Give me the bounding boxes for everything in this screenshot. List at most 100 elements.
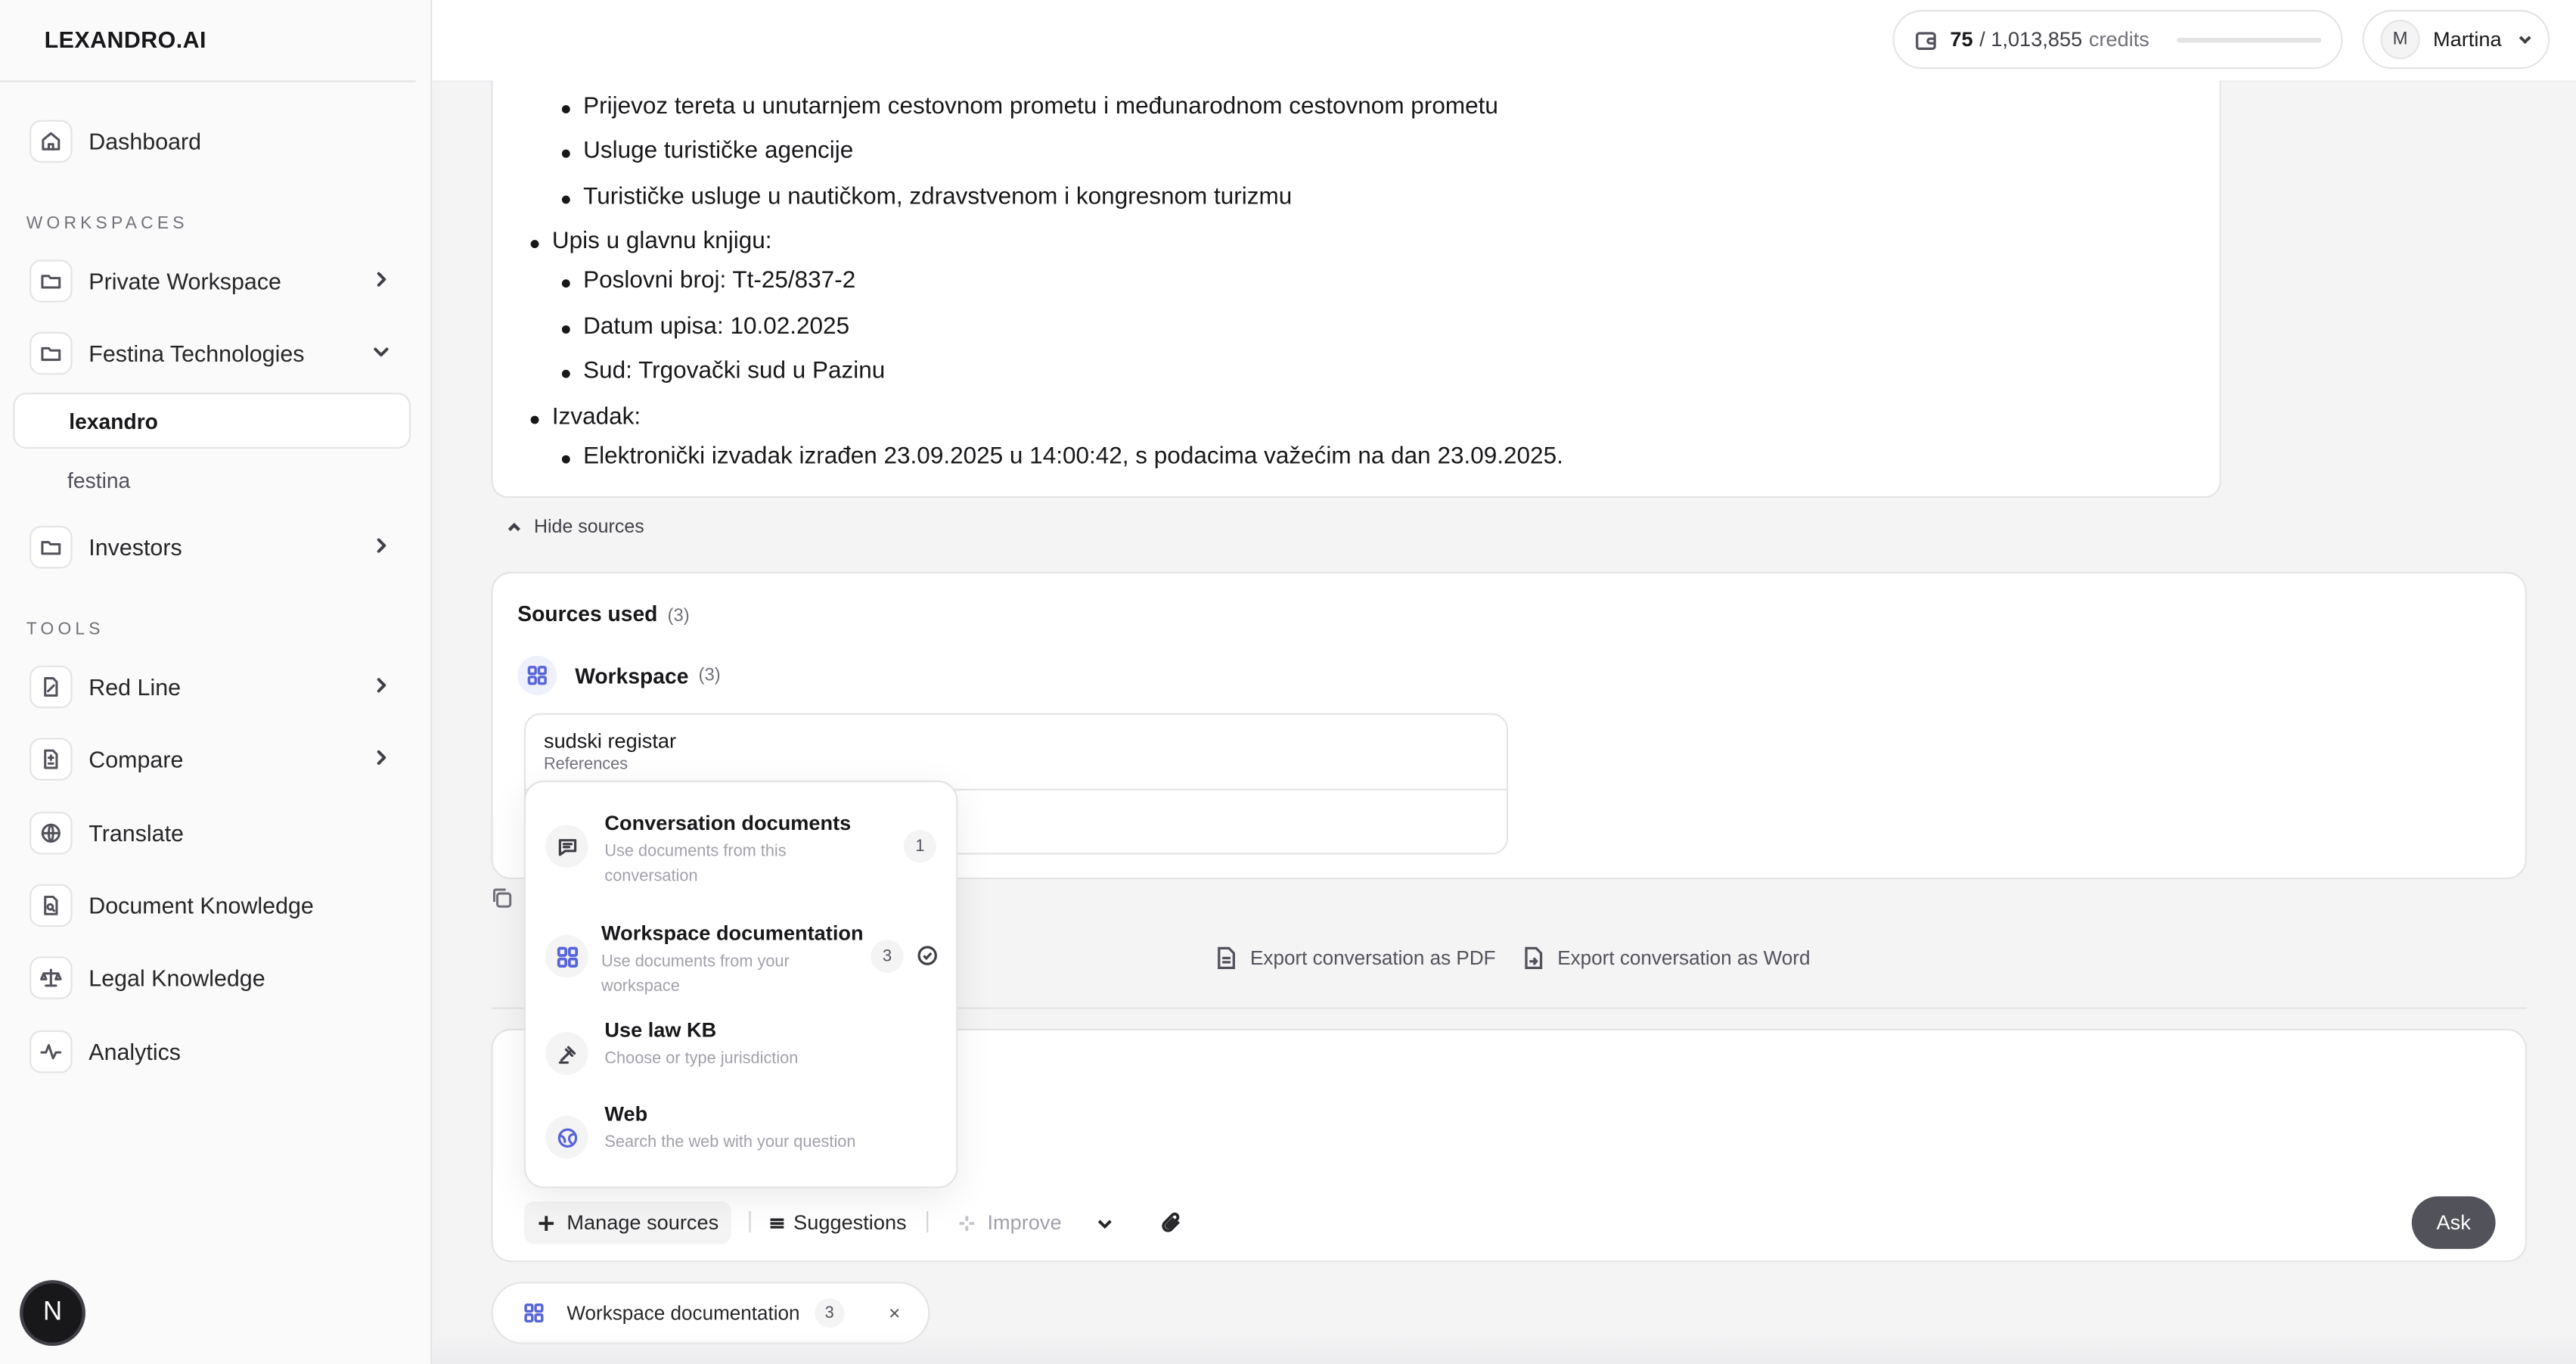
hide-sources-toggle[interactable]: Hide sources bbox=[506, 517, 644, 537]
toolbar-separator bbox=[749, 1210, 751, 1233]
sidebar-item-analytics[interactable]: Analytics bbox=[29, 1027, 404, 1077]
sources-count: (3) bbox=[667, 606, 690, 626]
credits-progress-bar bbox=[2177, 37, 2322, 43]
sidebar-item-label: Dashboard bbox=[88, 128, 202, 155]
tools-section-label: TOOLS bbox=[26, 619, 104, 639]
chip-label: Workspace documentation bbox=[566, 1301, 800, 1325]
copy-icon[interactable] bbox=[491, 887, 512, 909]
answer-bullet-line: Prijevoz tereta u unutarnjem cestovnom p… bbox=[561, 94, 1498, 120]
credits-unit: credits bbox=[2088, 27, 2149, 51]
export-word-button[interactable]: Export conversation as Word bbox=[1523, 946, 1811, 970]
bottom-fade bbox=[432, 1334, 2576, 1364]
workspaces-section-label: WORKSPACES bbox=[26, 213, 188, 234]
sidebar-item-label: Festina Technologies bbox=[88, 340, 305, 367]
source-option-title: Use law KB bbox=[604, 1018, 717, 1042]
badge-letter: N bbox=[42, 1298, 63, 1326]
folder-icon bbox=[29, 331, 73, 375]
sidebar-item-label: Legal Knowledge bbox=[88, 965, 265, 991]
answer-bullet-line: Datum upisa: 10.02.2025 bbox=[561, 314, 849, 340]
grid-icon bbox=[517, 655, 557, 695]
sidebar-item-festina-technologies[interactable]: Festina Technologies bbox=[29, 328, 404, 378]
chevron-right-icon bbox=[377, 750, 386, 765]
sources-title: Sources used (3) bbox=[517, 601, 690, 626]
toolbar-separator bbox=[926, 1210, 929, 1233]
globe-icon bbox=[545, 1115, 588, 1159]
activity-icon bbox=[29, 1030, 73, 1073]
globe-icon bbox=[29, 812, 73, 855]
source-option-title: Web bbox=[604, 1102, 648, 1126]
improve-label: Improve bbox=[987, 1210, 1062, 1235]
grid-icon bbox=[545, 934, 588, 978]
sidebar-item-translate[interactable]: Translate bbox=[29, 809, 404, 858]
sidebar-item-private-workspace[interactable]: Private Workspace bbox=[29, 256, 404, 306]
suggestions-label: Suggestions bbox=[793, 1210, 907, 1235]
sidebar-item-label: Private Workspace bbox=[88, 268, 281, 294]
answer-bullet-line: Sud: Trgovački sud u Pazinu bbox=[561, 359, 885, 384]
dev-tools-badge[interactable]: N bbox=[23, 1283, 82, 1343]
improve-button[interactable]: Improve bbox=[957, 1201, 1062, 1244]
sidebar-item-compare[interactable]: Compare bbox=[29, 735, 404, 784]
source-option-description: Use documents from your workspace bbox=[601, 952, 790, 996]
answer-bullet-line: Izvadak: bbox=[530, 404, 641, 430]
app-logo[interactable]: LEXANDRO.AI bbox=[45, 26, 206, 53]
hide-sources-label: Hide sources bbox=[533, 517, 644, 538]
sidebar-item-investors[interactable]: Investors bbox=[29, 523, 404, 572]
manage-sources-button[interactable]: Manage sources bbox=[523, 1201, 731, 1244]
export-word-label: Export conversation as Word bbox=[1557, 946, 1811, 970]
folder-icon bbox=[29, 526, 73, 569]
answer-bullet-line: Elektronički izvadak izrađen 23.09.2025 … bbox=[561, 443, 1563, 470]
folder-icon bbox=[29, 259, 73, 303]
remove-chip-button[interactable]: × bbox=[889, 1301, 900, 1324]
scales-icon bbox=[29, 956, 73, 999]
workspace-source-group[interactable]: Workspace (3) bbox=[517, 655, 721, 695]
sparkle-icon bbox=[959, 1215, 975, 1230]
credits-indicator[interactable]: 75 / 1,013,855 credits bbox=[1892, 10, 2343, 70]
grid-icon bbox=[517, 1297, 550, 1329]
app-canvas: LEXANDRO.AI Dashboard WORKSPACES Private… bbox=[0, 0, 2576, 1364]
chat-icon bbox=[545, 825, 588, 868]
sidebar-item-document-knowledge[interactable]: Document Knowledge bbox=[29, 881, 404, 930]
chevron-down-icon bbox=[1097, 1219, 1112, 1229]
workspace-source-label: Workspace bbox=[575, 663, 689, 688]
user-name: Martina bbox=[2433, 27, 2502, 51]
manage-sources-popover: Conversation documents Use documents fro… bbox=[523, 780, 958, 1188]
source-option-count: 3 bbox=[871, 940, 904, 973]
chevron-right-icon bbox=[377, 272, 386, 287]
wallet-icon bbox=[1916, 31, 1936, 49]
chevron-up-icon bbox=[507, 522, 520, 532]
document-diff-icon bbox=[29, 738, 73, 781]
source-document-subtitle: References bbox=[543, 756, 628, 775]
document-search-icon bbox=[29, 884, 73, 927]
sidebar-item-label: Document Knowledge bbox=[88, 892, 314, 919]
chevron-down-icon bbox=[2519, 36, 2531, 45]
sidebar-subitem-label: lexandro bbox=[69, 408, 158, 433]
source-document-title: sudski registar bbox=[543, 729, 677, 753]
list-icon bbox=[770, 1217, 784, 1228]
suggestions-button[interactable]: Suggestions bbox=[769, 1201, 907, 1244]
credits-used: 75 bbox=[1950, 27, 1973, 51]
answer-bullet-line: Poslovni broj: Tt-25/837-2 bbox=[561, 268, 855, 294]
source-option-description: Search the web with your question bbox=[604, 1133, 856, 1152]
paperclip-icon bbox=[1162, 1212, 1180, 1232]
sidebar-subitem-label: festina bbox=[67, 467, 131, 492]
source-option-description: Choose or type jurisdiction bbox=[604, 1050, 799, 1068]
chip-count: 3 bbox=[815, 1298, 845, 1328]
workspace-source-count: (3) bbox=[698, 665, 721, 685]
improve-options-dropdown[interactable] bbox=[1096, 1201, 1125, 1244]
avatar: M bbox=[2380, 20, 2420, 60]
sidebar-divider bbox=[0, 80, 416, 82]
sidebar-item-red-line[interactable]: Red Line bbox=[29, 662, 404, 711]
sidebar-item-dashboard[interactable]: Dashboard bbox=[29, 117, 404, 166]
user-menu-button[interactable]: M Martina bbox=[2362, 10, 2550, 70]
ask-button[interactable]: Ask bbox=[2411, 1196, 2496, 1249]
answer-bullet-line: Turističke usluge u nautičkom, zdravstve… bbox=[561, 184, 1292, 210]
export-pdf-button[interactable]: Export conversation as PDF bbox=[1215, 946, 1496, 970]
sidebar-subitem-festina[interactable]: festina bbox=[13, 452, 411, 508]
answer-bullet-line: Upis u glavnu knjigu: bbox=[530, 228, 772, 255]
check-circle-icon bbox=[917, 946, 937, 965]
sidebar-item-legal-knowledge[interactable]: Legal Knowledge bbox=[29, 953, 404, 1002]
credits-total: / 1,013,855 bbox=[1979, 27, 2083, 51]
home-icon bbox=[29, 120, 73, 163]
attach-button[interactable] bbox=[1160, 1201, 1195, 1244]
sidebar-subitem-lexandro[interactable]: lexandro bbox=[13, 393, 411, 449]
